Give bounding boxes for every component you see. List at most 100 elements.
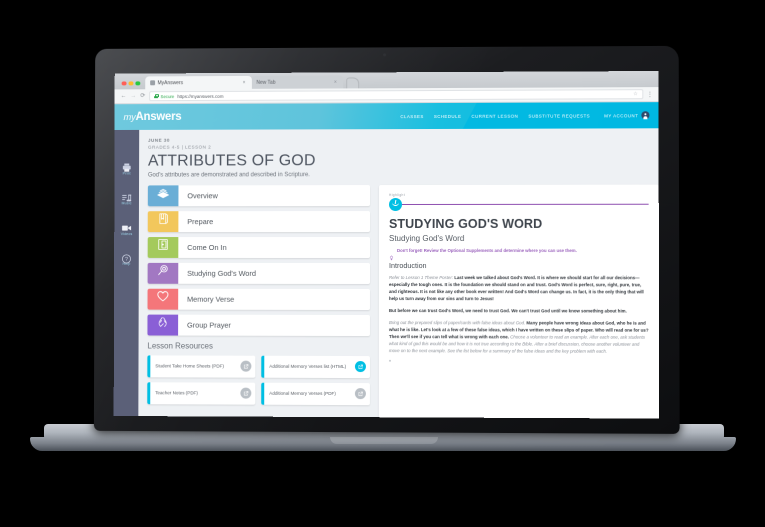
magnifier-icon — [156, 264, 169, 282]
resource-card[interactable]: Student Take Home Sheets (PDF) — [147, 355, 256, 378]
section-label: Prepare — [187, 216, 214, 226]
nav-item-current-lesson[interactable]: CURRENT LESSON — [471, 113, 518, 118]
open-book-icon — [157, 187, 170, 205]
section-label: Come On In — [187, 242, 227, 252]
resources-grid: Student Take Home Sheets (PDF) Additiona… — [147, 355, 370, 405]
rail-item-print[interactable]: Print — [121, 160, 132, 175]
content-continues-indicator: • — [388, 359, 393, 366]
maximize-window-button[interactable] — [135, 80, 140, 86]
highlight-row — [389, 197, 649, 211]
lesson-meta: JUNE 30 GRADES 4-5 | LESSON 2 — [148, 136, 659, 151]
section-item-come-on-in[interactable]: Come On In — [147, 236, 371, 258]
rail-item-help[interactable]: ? Help — [121, 250, 132, 266]
tip-text: Don't forget! Review the Optional Supple… — [396, 247, 577, 253]
highlight-rule — [402, 203, 649, 205]
webcam-icon — [383, 53, 387, 57]
bookmark-star-icon[interactable]: ☆ — [633, 91, 638, 97]
panel-title: STUDYING GOD'S WORD — [389, 216, 543, 231]
page-subtitle: God's attributes are demonstrated and de… — [147, 171, 310, 179]
my-account-button[interactable]: MY ACCOUNT — [604, 111, 650, 120]
section-icon-tile — [147, 236, 179, 258]
open-resource-button[interactable] — [354, 361, 366, 373]
section-item-group-prayer[interactable]: Group Prayer — [147, 314, 370, 336]
minimize-window-button[interactable] — [128, 80, 133, 86]
open-resource-button[interactable] — [354, 388, 366, 400]
avatar-icon — [641, 111, 650, 120]
lesson-grades: GRADES 4-5 | LESSON 2 — [147, 144, 212, 150]
resource-card[interactable]: Additional Memory Verses (PDF) — [261, 382, 370, 405]
tab-close-icon[interactable]: × — [243, 79, 246, 85]
url-text: https://myanswers.com — [177, 93, 224, 99]
back-button[interactable]: ← — [121, 93, 127, 99]
screenshot-stage: MyAnswers × New Tab × ← → ⟳ Secure https… — [0, 0, 765, 527]
site-header: myAnswers CLASSES SCHEDULE CURRENT LESSO… — [114, 102, 659, 130]
section-icon-tile — [147, 185, 179, 207]
panel-section-heading: Introduction — [388, 260, 427, 270]
resource-label: Teacher Notes (PDF) — [155, 389, 198, 396]
paragraph-stage-direction: Refer to Lesson 1 Theme Poster: — [388, 274, 454, 280]
new-tab-button[interactable] — [345, 77, 359, 89]
laptop-notch — [330, 437, 438, 444]
highlight-badge-icon — [389, 197, 403, 211]
resources-heading: Lesson Resources — [147, 341, 213, 351]
logo-prefix: my — [123, 112, 136, 124]
section-label: Overview — [187, 191, 218, 201]
praying-hands-icon — [156, 316, 169, 334]
close-window-button[interactable] — [121, 80, 127, 86]
paragraph-stage-direction: Bring out the prepared slips of paper/ca… — [388, 319, 526, 326]
page-body: Print Music Videos ? Help JUNE 30 GRADES… — [113, 128, 660, 419]
resource-card[interactable]: Teacher Notes (PDF) — [147, 382, 256, 405]
video-camera-icon — [121, 220, 132, 231]
address-bar-actions: ☆ — [633, 91, 638, 97]
window-controls[interactable] — [119, 80, 145, 90]
secure-label: Secure — [160, 93, 175, 99]
section-item-studying-gods-word[interactable]: Studying God's Word — [147, 262, 371, 284]
logo-main: Answers — [135, 110, 182, 123]
lock-icon — [154, 94, 157, 98]
browser-window: MyAnswers × New Tab × ← → ⟳ Secure https… — [113, 71, 660, 419]
panel-subtitle: Studying God's Word — [388, 233, 465, 243]
address-bar[interactable]: Secure https://myanswers.com ☆ — [149, 89, 643, 101]
content-columns: Overview Prepare Come On In Studying God… — [147, 184, 660, 419]
utility-rail: Print Music Videos ? Help — [113, 129, 140, 419]
rail-item-music[interactable]: Music — [121, 190, 132, 205]
tab-close-icon[interactable]: × — [334, 79, 337, 85]
browser-tab-inactive[interactable]: New Tab × — [251, 75, 343, 89]
site-logo[interactable]: myAnswers — [123, 111, 181, 123]
reload-button[interactable]: ⟳ — [140, 93, 145, 99]
lesson-paragraph: But before we can trust God's Word, we n… — [389, 307, 649, 315]
section-label: Studying God's Word — [187, 268, 256, 278]
section-menu-column: Overview Prepare Come On In Studying God… — [147, 184, 371, 419]
resource-card[interactable]: Additional Memory Verses list (HTML) — [261, 355, 370, 378]
tab-title: MyAnswers — [157, 79, 184, 86]
closed-book-icon — [157, 212, 170, 230]
resource-label: Student Take Home Sheets (PDF) — [155, 363, 224, 369]
my-account-label: MY ACCOUNT — [604, 112, 639, 118]
lightbulb-icon — [389, 248, 394, 260]
open-door-icon — [157, 238, 170, 256]
open-resource-button[interactable] — [240, 387, 252, 399]
highlight-tag: Highlight — [389, 192, 406, 197]
resource-label: Additional Memory Verses list (HTML) — [269, 363, 347, 369]
section-icon-tile — [147, 262, 179, 284]
nav-item-schedule[interactable]: SCHEDULE — [434, 113, 462, 118]
tip-callout: Don't forget! Review the Optional Supple… — [389, 247, 649, 260]
section-label: Memory Verse — [187, 294, 235, 304]
rail-item-videos[interactable]: Videos — [121, 220, 133, 236]
browser-tab-active[interactable]: MyAnswers × — [144, 75, 252, 90]
main-navigation: CLASSES SCHEDULE CURRENT LESSON SUBSTITU… — [400, 113, 590, 119]
open-resource-button[interactable] — [240, 360, 252, 372]
nav-item-classes[interactable]: CLASSES — [400, 114, 423, 119]
printer-icon — [121, 160, 132, 172]
forward-button[interactable]: → — [130, 93, 136, 99]
heart-icon — [156, 290, 169, 308]
page-title: ATTRIBUTES OF GOD — [147, 152, 316, 170]
browser-menu-icon[interactable]: ⋮ — [647, 91, 653, 98]
section-item-prepare[interactable]: Prepare — [147, 210, 371, 232]
section-label: Group Prayer — [187, 320, 231, 330]
question-mark-icon: ? — [121, 250, 132, 260]
section-item-memory-verse[interactable]: Memory Verse — [147, 288, 370, 310]
section-item-overview[interactable]: Overview — [147, 184, 371, 207]
nav-item-substitute-requests[interactable]: SUBSTITUTE REQUESTS — [528, 113, 590, 118]
lesson-paragraph: Bring out the prepared slips of paper/ca… — [389, 319, 649, 355]
